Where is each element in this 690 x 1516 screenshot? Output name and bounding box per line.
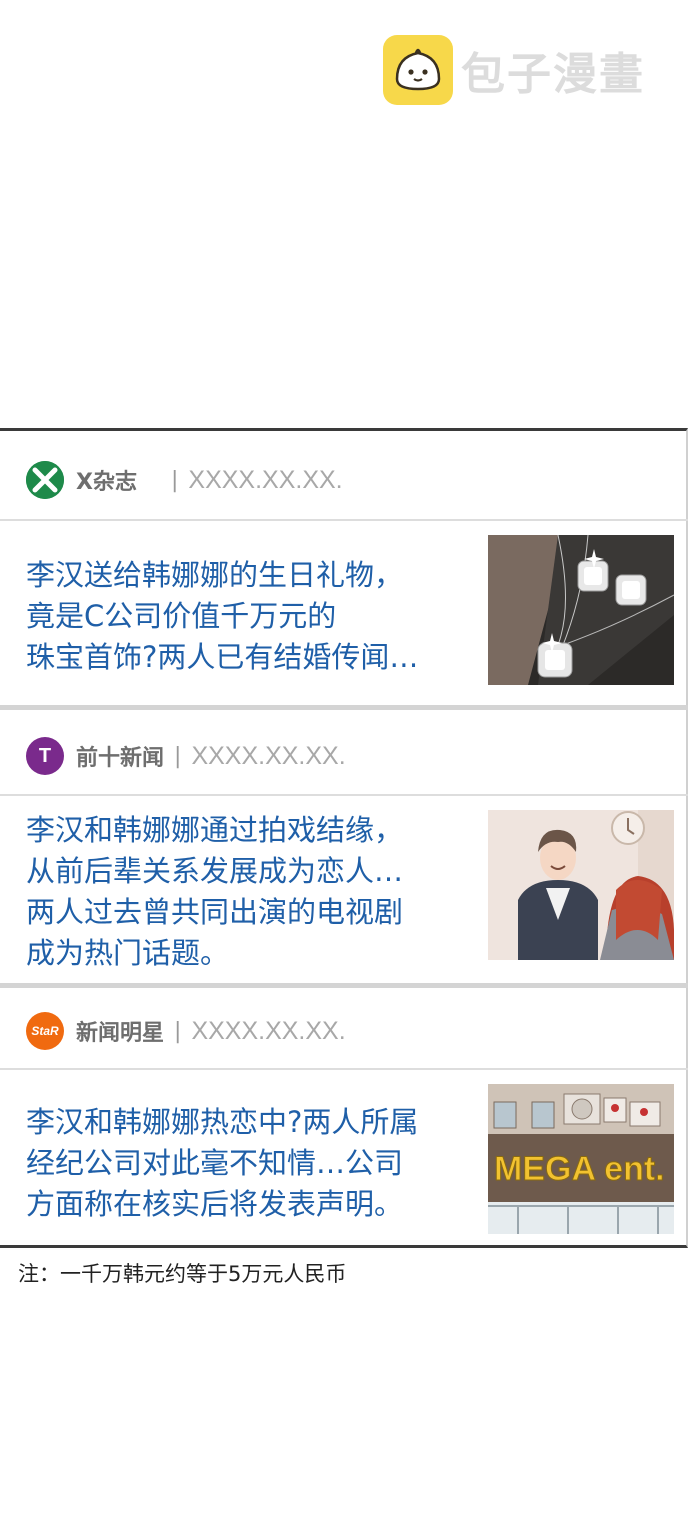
publish-date: XXXX.XX.XX. <box>191 1016 346 1045</box>
headline-line: 竟是C公司价值千万元的 <box>26 599 337 633</box>
source-row: StaR 新闻明星 | XXXX.XX.XX. <box>0 988 688 1074</box>
logo-letter: StaR <box>31 1024 59 1038</box>
source-name: 前十新闻 <box>76 746 165 771</box>
couple-thumbnail[interactable] <box>488 810 674 960</box>
divider <box>0 705 688 710</box>
headline-line: 珠宝首饰?两人已有结婚传闻… <box>26 640 419 674</box>
divider <box>0 519 688 521</box>
logo-letter: T <box>38 744 52 767</box>
brand-name: 包子漫畫 <box>461 49 645 100</box>
headline-line: 李汉送给韩娜娜的生日礼物， <box>26 558 404 592</box>
jewelry-thumbnail[interactable] <box>488 535 674 685</box>
building-sign: MEGA ent. <box>494 1150 665 1188</box>
x-magazine-logo-icon <box>26 461 64 499</box>
headline-line: 成为热门话题。 <box>26 936 230 970</box>
headline-line: 方面称在核实后将发表声明。 <box>26 1187 404 1221</box>
t-news-logo-icon: T <box>26 737 64 775</box>
news-panel: X杂志 | XXXX.XX.XX. 李汉送给韩娜娜的生日礼物， 竟是C公司价值千… <box>0 428 688 1248</box>
bun-logo-icon <box>383 35 453 105</box>
footnote: 注：一千万韩元约等于5万元人民币 <box>18 1262 347 1286</box>
headline-line: 两人过去曾共同出演的电视剧 <box>26 895 404 929</box>
divider: | <box>174 1018 182 1044</box>
brand-watermark: 包子漫畫 <box>383 35 645 105</box>
headline-line: 从前后辈关系发展成为恋人… <box>26 854 404 888</box>
headline[interactable]: 李汉和韩娜娜通过拍戏结缘， 从前后辈关系发展成为恋人… 两人过去曾共同出演的电视… <box>26 810 481 974</box>
headline[interactable]: 李汉送给韩娜娜的生日礼物， 竟是C公司价值千万元的 珠宝首饰?两人已有结婚传闻… <box>26 555 481 678</box>
headline-line: 李汉和韩娜娜热恋中?两人所属 <box>26 1105 419 1139</box>
divider: | <box>174 743 182 769</box>
source-row: X杂志 | XXXX.XX.XX. <box>0 437 688 523</box>
publish-date: XXXX.XX.XX. <box>191 741 346 770</box>
divider <box>0 1068 688 1070</box>
source-row: T 前十新闻 | XXXX.XX.XX. <box>0 713 688 799</box>
publish-date: XXXX.XX.XX. <box>188 465 343 494</box>
source-name: 新闻明星 <box>76 1021 165 1046</box>
star-news-logo-icon: StaR <box>26 1012 64 1050</box>
source-name: X杂志 <box>76 470 137 495</box>
building-thumbnail[interactable]: MEGA ent. <box>488 1084 674 1234</box>
divider: | <box>170 467 179 493</box>
headline-line: 李汉和韩娜娜通过拍戏结缘， <box>26 813 404 847</box>
headline-line: 经纪公司对此毫不知情…公司 <box>26 1146 404 1180</box>
headline[interactable]: 李汉和韩娜娜热恋中?两人所属 经纪公司对此毫不知情…公司 方面称在核实后将发表声… <box>26 1102 481 1225</box>
divider <box>0 794 688 796</box>
